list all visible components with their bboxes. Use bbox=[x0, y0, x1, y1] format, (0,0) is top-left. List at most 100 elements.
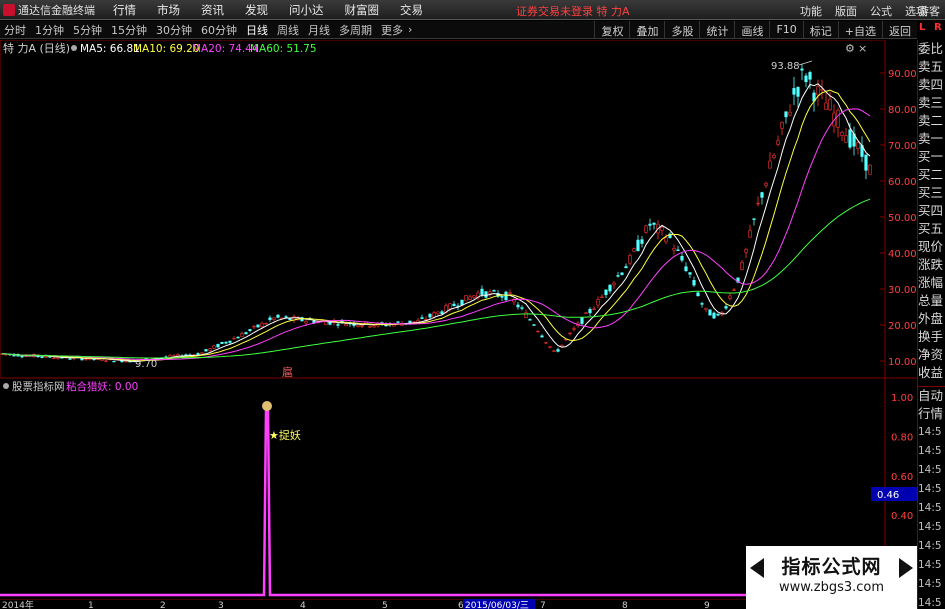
period-multi[interactable]: 多周期 bbox=[339, 22, 372, 38]
f10-button[interactable]: F10 bbox=[769, 21, 802, 39]
menu-news[interactable]: 资讯 bbox=[201, 2, 224, 18]
candle-down bbox=[808, 72, 812, 80]
quote-label[interactable]: 行情 bbox=[918, 405, 945, 423]
stats-button[interactable]: 统计 bbox=[699, 21, 734, 39]
candle-up bbox=[232, 337, 236, 340]
kline-chart[interactable]: 特 力A (日线) MA5: 66.81 MA10: 69.20 MA20: 7… bbox=[0, 40, 917, 609]
quote-field-label: 买三 bbox=[918, 185, 944, 200]
menu-ask[interactable]: 问小达 bbox=[289, 2, 324, 18]
candle-up bbox=[200, 352, 204, 355]
quote-field-label: 买一 bbox=[918, 149, 944, 164]
candle-up bbox=[728, 295, 732, 299]
money-bag-icon bbox=[262, 401, 272, 411]
period-1min[interactable]: 1分钟 bbox=[35, 22, 64, 38]
menu-function[interactable]: 功能 bbox=[800, 3, 822, 19]
candle-down bbox=[624, 266, 628, 269]
candle-down bbox=[848, 129, 852, 148]
candle-down bbox=[284, 316, 288, 318]
candle-down bbox=[692, 280, 696, 286]
candle-down bbox=[604, 289, 608, 296]
chevron-right-icon[interactable]: › bbox=[408, 23, 412, 36]
period-more[interactable]: 更多 bbox=[381, 22, 403, 38]
candle-down bbox=[716, 313, 720, 316]
candle-down bbox=[40, 356, 44, 358]
chart-area[interactable]: 特 力A (日线) MA5: 66.81 MA10: 69.20 MA20: 7… bbox=[0, 40, 917, 609]
menu-formula[interactable]: 公式 bbox=[870, 3, 892, 19]
candle-up bbox=[344, 323, 348, 327]
candle-down bbox=[688, 272, 692, 275]
price-tick-label: 50.00 bbox=[888, 213, 917, 224]
indicator-value: 0.46 bbox=[877, 490, 899, 501]
indicator-name[interactable]: 股票指标网 bbox=[12, 380, 65, 393]
add-watchlist-button[interactable]: +自选 bbox=[837, 21, 882, 39]
quote-panel: 委比 卖五 卖四 卖三 卖二 卖一 买一 买二 买三 买四 买五 现价 涨跌 涨幅 总量 外盘 换手 净资 收益 自… bbox=[917, 40, 945, 609]
low-price-label: 9.70 bbox=[135, 359, 157, 370]
price-tick-label: 70.00 bbox=[888, 141, 917, 152]
candle-up bbox=[660, 226, 664, 231]
period-daily[interactable]: 日线 bbox=[246, 22, 268, 38]
axis-month-label: 3 bbox=[218, 601, 224, 609]
axis-month-label: 1 bbox=[88, 601, 94, 609]
candle-down bbox=[236, 336, 240, 339]
quote-field-label: 卖一 bbox=[918, 131, 944, 146]
candle-up bbox=[768, 160, 772, 169]
period-15min[interactable]: 15分钟 bbox=[111, 22, 147, 38]
tick-time: 14:5 bbox=[918, 540, 942, 552]
candle-up bbox=[84, 358, 88, 361]
overlay-button[interactable]: 叠加 bbox=[629, 21, 664, 39]
candle-up bbox=[536, 330, 540, 333]
candle-up bbox=[124, 360, 128, 363]
candle-down bbox=[244, 332, 248, 335]
menu-market[interactable]: 市场 bbox=[157, 2, 180, 18]
mark-button[interactable]: 标记 bbox=[802, 21, 838, 39]
candle-down bbox=[676, 249, 680, 251]
candle-down bbox=[636, 239, 640, 252]
candle-up bbox=[468, 296, 472, 300]
quote-field-label: 现价 bbox=[918, 239, 944, 254]
period-monthly[interactable]: 月线 bbox=[308, 22, 330, 38]
candle-down bbox=[20, 355, 24, 358]
period-5min[interactable]: 5分钟 bbox=[73, 22, 102, 38]
fuquan-button[interactable]: 复权 bbox=[594, 21, 629, 39]
candle-up bbox=[856, 142, 860, 149]
candle-down bbox=[804, 75, 808, 83]
candle-down bbox=[516, 304, 520, 308]
period-60min[interactable]: 60分钟 bbox=[201, 22, 237, 38]
menu-trade[interactable]: 交易 bbox=[400, 2, 423, 18]
menu-wealth[interactable]: 财富圈 bbox=[345, 2, 380, 18]
candle-up bbox=[780, 121, 784, 129]
axis-month-label: 5 bbox=[382, 601, 388, 609]
event-marker[interactable]: 扈 bbox=[282, 365, 293, 379]
candle-up bbox=[368, 326, 372, 328]
candle-down bbox=[556, 349, 560, 352]
period-fenshi[interactable]: 分时 bbox=[4, 22, 26, 38]
candle-down bbox=[620, 272, 624, 275]
candle-down bbox=[640, 239, 644, 244]
dot-icon bbox=[71, 45, 77, 51]
guest-login[interactable]: 游客 bbox=[918, 3, 940, 19]
candle-down bbox=[648, 223, 652, 226]
candle-up bbox=[208, 348, 212, 351]
candle-down bbox=[68, 358, 72, 360]
draw-button[interactable]: 画线 bbox=[734, 21, 769, 39]
candle-up bbox=[168, 355, 172, 358]
candle-up bbox=[548, 346, 552, 348]
axis-month-label: 8 bbox=[622, 601, 628, 609]
auto-label[interactable]: 自动 bbox=[918, 387, 945, 405]
ma5-label: MA5: 66.81 bbox=[80, 43, 140, 55]
close-icon[interactable]: × bbox=[858, 42, 867, 55]
candle-down bbox=[724, 306, 728, 309]
multi-stock-button[interactable]: 多股 bbox=[664, 21, 699, 39]
app-logo-icon bbox=[3, 3, 15, 16]
indicator-axis: 1.00 0.80 0.60 0.40 bbox=[891, 393, 913, 522]
menu-discover[interactable]: 发现 bbox=[245, 2, 268, 18]
menu-layout[interactable]: 版面 bbox=[835, 3, 857, 19]
menu-quotes[interactable]: 行情 bbox=[113, 2, 136, 18]
candle-down bbox=[864, 154, 868, 171]
gear-icon[interactable]: ⚙ bbox=[845, 42, 855, 55]
period-30min[interactable]: 30分钟 bbox=[156, 22, 192, 38]
period-weekly[interactable]: 周线 bbox=[277, 22, 299, 38]
back-button[interactable]: 返回 bbox=[882, 21, 917, 39]
candle-up bbox=[472, 295, 476, 298]
quote-field-label: 买四 bbox=[918, 203, 944, 218]
